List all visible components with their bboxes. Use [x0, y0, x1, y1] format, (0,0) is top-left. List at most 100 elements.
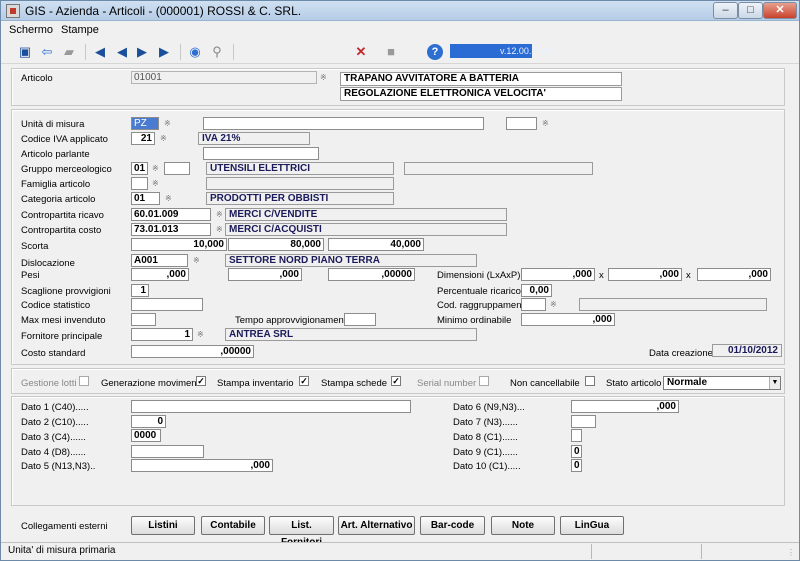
lookup-icon[interactable]: ※	[216, 210, 225, 219]
costo-standard-field[interactable]: ,00000	[131, 345, 254, 358]
categoria-field[interactable]: 01	[131, 192, 160, 205]
costo-desc: MERCI C/ACQUISTI	[225, 223, 507, 236]
costo-field[interactable]: 73.01.013	[131, 223, 211, 236]
status-text: Unita' di misura primaria	[8, 545, 116, 556]
lookup-icon[interactable]: ※	[542, 119, 551, 128]
minimo-ordinabile-field[interactable]: ,000	[521, 313, 615, 326]
dislocazione-field[interactable]: A001	[131, 254, 188, 267]
lookup-icon[interactable]: ※	[216, 225, 225, 234]
non-cancellabile-checkbox[interactable]	[585, 376, 595, 386]
binoculars-icon[interactable]: ◉	[187, 44, 203, 60]
scorta-max-field[interactable]: 80,000	[228, 238, 324, 251]
lookup-icon[interactable]: ※	[152, 179, 161, 188]
dato4-field[interactable]	[131, 445, 204, 458]
dimensione-l-field[interactable]: ,000	[521, 268, 595, 281]
back-icon[interactable]: ⇦	[39, 44, 55, 60]
lookup-icon[interactable]: ※	[152, 164, 161, 173]
dato2-field[interactable]: 0	[131, 415, 166, 428]
generazione-movimenti-checkbox[interactable]: ✓	[196, 376, 206, 386]
gestione-lotti-checkbox[interactable]	[79, 376, 89, 386]
gruppo-sub-field[interactable]	[164, 162, 190, 175]
previous-record-icon[interactable]: ◀	[114, 44, 130, 60]
stato-articolo-select[interactable]: Normale ▼	[663, 376, 781, 390]
next-record-icon[interactable]: ▶	[134, 44, 150, 60]
dato8-field[interactable]	[571, 429, 582, 442]
peso-lordo-field[interactable]: ,000	[131, 268, 189, 281]
scorta-riordino-field[interactable]: 40,000	[328, 238, 424, 251]
articolo-label: Articolo	[21, 73, 53, 84]
dato3-field[interactable]: 0000	[131, 429, 161, 442]
volume-field[interactable]: ,00000	[328, 268, 415, 281]
dato7-field[interactable]	[571, 415, 596, 428]
lookup-icon[interactable]: ※	[160, 134, 169, 143]
max-mesi-field[interactable]	[131, 313, 156, 326]
articolo-parlante-field[interactable]	[203, 147, 319, 160]
lookup-icon[interactable]: ※	[165, 194, 174, 203]
toolbar-separator	[180, 44, 181, 60]
famiglia-field[interactable]	[131, 177, 148, 190]
percentuale-ricarico-field[interactable]: 0,00	[521, 284, 552, 297]
peso-netto-field[interactable]: ,000	[228, 268, 302, 281]
contabile-button[interactable]: Contabile	[201, 516, 265, 535]
articolo-code-field[interactable]: 01001	[131, 71, 317, 84]
stampa-schede-checkbox[interactable]: ✓	[391, 376, 401, 386]
close-icon[interactable]: ✕	[763, 2, 797, 19]
gruppo-field[interactable]: 01	[131, 162, 148, 175]
codice-iva-label: Codice IVA applicato	[21, 134, 108, 145]
stop-icon[interactable]: ■	[383, 44, 399, 60]
dato9-field[interactable]: 0	[571, 445, 582, 458]
articolo-desc1-field[interactable]: TRAPANO AVVITATORE A BATTERIA	[340, 72, 622, 86]
note-button[interactable]: Note	[491, 516, 555, 535]
search-icon[interactable]: ⚲	[209, 44, 225, 60]
dato6-field[interactable]: ,000	[571, 400, 679, 413]
serial-number-checkbox[interactable]	[479, 376, 489, 386]
lingua-button[interactable]: LinGua	[560, 516, 624, 535]
non-cancellabile-label: Non cancellabile	[510, 378, 580, 389]
lookup-icon[interactable]: ※	[164, 119, 173, 128]
menu-schermo[interactable]: Schermo	[9, 24, 53, 36]
dato2-label: Dato 2 (C10).....	[21, 417, 89, 428]
dato5-field[interactable]: ,000	[131, 459, 273, 472]
ricavo-desc: MERCI C/VENDITE	[225, 208, 507, 221]
unita-misura-secondary-field[interactable]	[506, 117, 537, 130]
fornitore-principale-label: Fornitore principale	[21, 331, 103, 342]
dato10-field[interactable]: 0	[571, 459, 582, 472]
minimize-icon[interactable]: –	[713, 2, 738, 19]
codice-iva-field[interactable]: 21	[131, 132, 155, 145]
bar-code-button[interactable]: Bar-code	[420, 516, 485, 535]
folder-icon[interactable]: ▰	[61, 44, 77, 60]
stampa-inventario-checkbox[interactable]: ✓	[299, 376, 309, 386]
articolo-alternativo-button[interactable]: Art. Alternativo	[338, 516, 415, 535]
dimensioni-x-label: x	[599, 270, 604, 281]
listino-fornitori-button[interactable]: List. Fornitori	[269, 516, 334, 548]
dimensione-a-field[interactable]: ,000	[608, 268, 682, 281]
chevron-down-icon[interactable]: ▼	[769, 377, 780, 389]
gruppo-merceologico-label: Gruppo merceologico	[21, 164, 112, 175]
last-record-icon[interactable]: ▶	[156, 44, 172, 60]
articolo-desc2-field[interactable]: REGOLAZIONE ELETTRONICA VELOCITA'	[340, 87, 622, 101]
help-icon[interactable]: ?	[427, 44, 443, 60]
resize-grip-icon[interactable]: ⋮	[787, 548, 797, 558]
delete-icon[interactable]: ✕	[353, 44, 369, 60]
tempo-approvvigionamento-field[interactable]	[344, 313, 376, 326]
unita-misura-desc-field[interactable]	[203, 117, 484, 130]
fornitore-desc: ANTREA SRL	[225, 328, 477, 341]
unita-misura-field[interactable]: PZ	[131, 117, 159, 130]
maximize-icon[interactable]: □	[738, 2, 763, 19]
dato1-field[interactable]	[131, 400, 411, 413]
cod-raggruppamento-field[interactable]	[521, 298, 546, 311]
listini-button[interactable]: Listini	[131, 516, 195, 535]
ricavo-field[interactable]: 60.01.009	[131, 208, 211, 221]
lookup-icon[interactable]: ※	[550, 300, 559, 309]
first-record-icon[interactable]: ◀‍	[92, 44, 108, 60]
fornitore-field[interactable]: 1	[131, 328, 193, 341]
save-icon[interactable]: ▣	[17, 44, 33, 60]
dimensione-p-field[interactable]: ,000	[697, 268, 771, 281]
codice-statistico-field[interactable]	[131, 298, 203, 311]
lookup-icon[interactable]: ※	[193, 256, 202, 265]
lookup-icon[interactable]: ※	[320, 73, 329, 82]
scorta-min-field[interactable]: 10,000	[131, 238, 227, 251]
scaglione-field[interactable]: 1	[131, 284, 149, 297]
menu-stampe[interactable]: Stampe	[61, 24, 99, 36]
lookup-icon[interactable]: ※	[197, 330, 206, 339]
